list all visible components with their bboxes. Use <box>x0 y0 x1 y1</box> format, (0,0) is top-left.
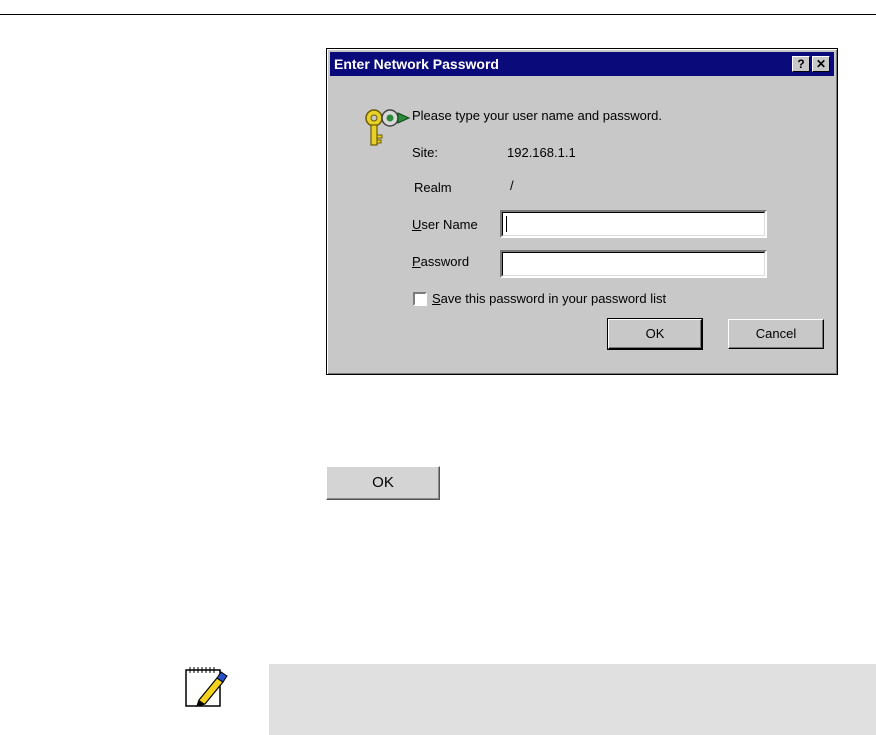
prompt-text: Please type your user name and password. <box>412 108 663 123</box>
password-input[interactable] <box>500 250 767 278</box>
site-value: 192.168.1.1 <box>507 145 576 160</box>
cancel-button[interactable]: Cancel <box>728 319 824 349</box>
text-caret <box>506 216 507 232</box>
username-input[interactable] <box>500 210 767 238</box>
save-password-checkbox[interactable] <box>413 292 427 306</box>
note-pencil-icon <box>185 667 228 707</box>
help-button[interactable]: ? <box>792 56 810 72</box>
realm-label: Realm <box>414 180 452 195</box>
dialog-titlebar[interactable]: Enter Network Password ? ✕ <box>330 52 834 76</box>
note-box <box>269 664 876 735</box>
site-label: Site: <box>412 145 439 160</box>
password-label: Password <box>412 254 470 269</box>
save-password-label[interactable]: Save this password in your password list <box>432 291 666 306</box>
realm-value: / <box>510 178 514 193</box>
network-password-dialog: Enter Network Password ? ✕ Please type y… <box>326 48 838 375</box>
key-icon <box>365 109 411 146</box>
close-button[interactable]: ✕ <box>812 56 830 72</box>
ok-button[interactable]: OK <box>607 318 703 350</box>
ok-button-example[interactable]: OK <box>326 466 440 500</box>
dialog-title: Enter Network Password <box>334 56 499 72</box>
username-label: User Name <box>412 217 478 232</box>
top-rule <box>0 14 876 15</box>
